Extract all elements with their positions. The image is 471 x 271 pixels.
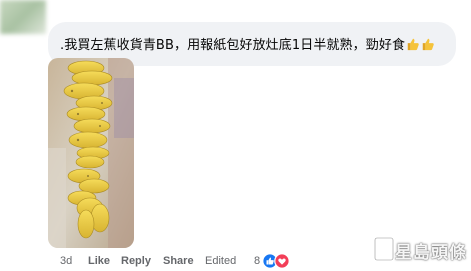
love-reaction-icon	[274, 253, 290, 269]
news-watermark: 星島頭條	[373, 232, 467, 266]
watermark-logo-icon	[373, 236, 395, 262]
share-button[interactable]: Share	[163, 254, 194, 268]
comment-timestamp[interactable]: 3d	[60, 254, 72, 268]
thumbs-up-emoji-icon	[407, 38, 419, 51]
reply-button[interactable]: Reply	[121, 254, 151, 268]
comment-text: .我買左蕉收貨青BB，用報紙包好放灶底1日半就熟，勁好食	[60, 34, 435, 53]
comment-body: .我買左蕉收貨青BB，用報紙包好放灶底1日半就熟，勁好食	[60, 38, 406, 53]
commenter-avatar-blurred[interactable]	[0, 0, 46, 34]
like-button[interactable]: Like	[88, 254, 110, 268]
banana-photo-image	[48, 58, 134, 248]
thumbs-up-emoji-icon	[422, 38, 434, 51]
comment-actions: 3d Like Reply Share Edited 8	[48, 253, 348, 269]
reaction-icons[interactable]	[262, 253, 294, 269]
banana-photo[interactable]	[48, 58, 134, 248]
reaction-count[interactable]: 8	[254, 254, 260, 268]
edited-label[interactable]: Edited	[205, 254, 236, 268]
watermark-text: 星島頭條	[395, 243, 467, 263]
